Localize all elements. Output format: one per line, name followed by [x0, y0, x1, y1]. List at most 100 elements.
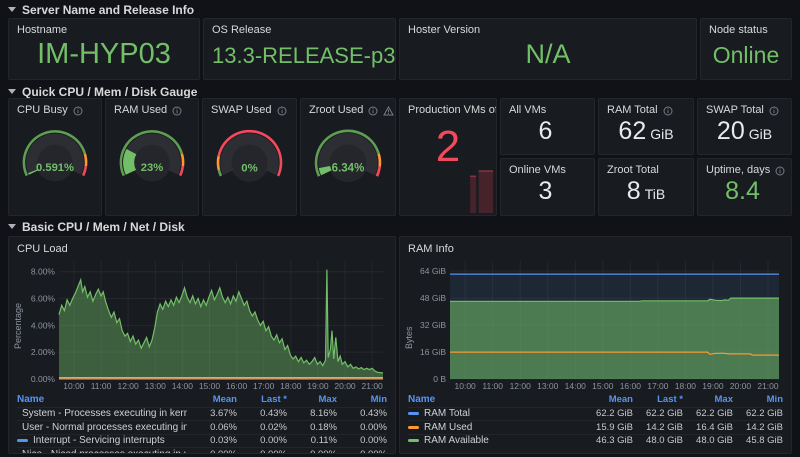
panel-title: Hoster Version	[408, 24, 480, 37]
legend-value: 0.00%	[337, 422, 387, 433]
svg-text:16 GiB: 16 GiB	[420, 347, 446, 357]
legend-col-min[interactable]: Min	[733, 394, 783, 405]
zroot-used-gauge: 6.34%	[309, 119, 387, 187]
legend-col-max[interactable]: Max	[287, 394, 337, 405]
cpu-load-chart[interactable]: 10:0011:0012:0013:0014:0015:0016:0017:00…	[27, 256, 387, 392]
svg-text:2.00%: 2.00%	[31, 347, 56, 357]
chevron-down-icon	[8, 224, 16, 229]
panel-title: SWAP Used	[211, 104, 272, 117]
svg-text:16:00: 16:00	[226, 381, 248, 391]
row-title: Basic CPU / Mem / Net / Disk	[22, 220, 185, 234]
series-name[interactable]: RAM Total	[424, 408, 470, 419]
panel-title: Production VMs offlin	[408, 104, 497, 117]
row-header-server-info[interactable]: Server Name and Release Info	[8, 2, 194, 17]
legend-col-mean[interactable]: Mean	[187, 394, 237, 405]
offline-vms-sparkline	[433, 161, 493, 213]
legend-col-min[interactable]: Min	[337, 394, 387, 405]
info-icon[interactable]	[73, 106, 83, 116]
legend-row[interactable]: RAM Used15.9 GiB14.2 GiB16.4 GiB14.2 GiB	[408, 420, 783, 434]
svg-text:15:00: 15:00	[592, 381, 614, 391]
panel-title: RAM Info	[408, 243, 454, 256]
svg-text:6.00%: 6.00%	[31, 294, 56, 304]
legend-value: 46.3 GiB	[583, 435, 633, 446]
stat-unit: GiB	[749, 126, 772, 142]
svg-text:10:00: 10:00	[63, 381, 85, 391]
legend-value: 45.8 GiB	[733, 435, 783, 446]
legend-row[interactable]: Interrupt - Servicing interrupts0.03%0.0…	[17, 434, 387, 448]
swap-used-gauge: 0%	[211, 119, 288, 187]
legend-row[interactable]: Nice - Niced processes executing in user…	[17, 447, 387, 454]
legend-value: 0.00%	[287, 449, 337, 454]
series-name[interactable]: RAM Used	[424, 422, 472, 433]
svg-text:18:00: 18:00	[280, 381, 302, 391]
series-color-dash	[408, 439, 419, 442]
svg-text:23%: 23%	[141, 162, 163, 174]
panel-title: Online VMs	[509, 164, 566, 177]
legend-value: 0.02%	[237, 422, 287, 433]
legend-col-name[interactable]: Name	[408, 394, 583, 405]
ram-info-legend: NameMeanLast *MaxMin RAM Total 62.2 GiB 62.…	[408, 393, 783, 447]
svg-text:14:00: 14:00	[565, 381, 587, 391]
info-icon[interactable]	[277, 106, 287, 116]
svg-text:4.00%: 4.00%	[31, 320, 56, 330]
panel-swap-total: SWAP Total 20GiB	[697, 98, 792, 155]
info-icon[interactable]	[368, 106, 378, 116]
legend-row[interactable]: RAM Total62.2 GiB62.2 GiB62.2 GiB62.2 Gi…	[408, 407, 783, 421]
legend-value: 14.2 GiB	[633, 422, 683, 433]
legend-value: 0.18%	[287, 422, 337, 433]
series-name[interactable]: Interrupt - Servicing interrupts	[33, 435, 165, 446]
legend-col-name[interactable]: Name	[17, 394, 187, 405]
svg-text:48 GiB: 48 GiB	[420, 293, 446, 303]
legend-row[interactable]: System - Processes executing in kernel m…	[17, 407, 387, 421]
chevron-down-icon	[8, 7, 16, 12]
series-color-dash	[17, 439, 28, 442]
legend-row[interactable]: RAM Available46.3 GiB48.0 GiB48.0 GiB45.…	[408, 434, 783, 448]
legend-col-mean[interactable]: Mean	[583, 394, 633, 405]
legend-value: 0.43%	[337, 408, 387, 419]
svg-text:0.591%: 0.591%	[36, 162, 74, 174]
info-icon[interactable]	[775, 166, 785, 176]
legend-col-last[interactable]: Last *	[237, 394, 287, 405]
panel-title: Zroot Total	[607, 164, 659, 177]
series-name[interactable]: User - Normal processes executing in use…	[22, 422, 187, 433]
row-header-quick-gauges[interactable]: Quick CPU / Mem / Disk Gauge	[8, 84, 197, 99]
svg-text:21:00: 21:00	[757, 381, 779, 391]
cpu-load-legend: NameMeanLast *MaxMinSystem - Processes e…	[17, 393, 387, 454]
series-color-dash	[408, 426, 419, 429]
panel-os-release: OS Release 13.3-RELEASE-p3	[203, 18, 396, 80]
row-header-basic-cpu[interactable]: Basic CPU / Mem / Net / Disk	[8, 219, 185, 234]
legend-header: NameMeanLast *MaxMin	[17, 393, 387, 407]
svg-text:0%: 0%	[241, 162, 257, 174]
svg-text:12:00: 12:00	[510, 381, 532, 391]
legend-row[interactable]: User - Normal processes executing in use…	[17, 420, 387, 434]
svg-text:12:00: 12:00	[117, 381, 139, 391]
legend-value: 62.2 GiB	[733, 408, 783, 419]
info-icon[interactable]	[663, 106, 673, 116]
row-title: Server Name and Release Info	[22, 3, 194, 17]
series-name[interactable]: System - Processes executing in kernel m…	[22, 408, 187, 419]
panel-cpu-busy: CPU Busy 0.591%	[8, 98, 102, 216]
info-icon[interactable]	[769, 106, 779, 116]
info-icon[interactable]	[172, 106, 182, 116]
panel-title: OS Release	[212, 24, 271, 37]
legend-value: 48.0 GiB	[633, 435, 683, 446]
svg-text:20:00: 20:00	[334, 381, 356, 391]
legend-col-max[interactable]: Max	[683, 394, 733, 405]
warning-icon[interactable]	[383, 106, 394, 116]
svg-text:21:00: 21:00	[362, 381, 384, 391]
chevron-down-icon	[8, 89, 16, 94]
os-release-value: 13.3-RELEASE-p3	[212, 43, 387, 69]
ram-info-chart[interactable]: 10:0011:0012:0013:0014:0015:0016:0017:00…	[418, 256, 783, 392]
series-name[interactable]: Nice - Niced processes executing in user…	[22, 449, 187, 454]
legend-value: 0.03%	[187, 435, 237, 446]
grafana-dashboard: Server Name and Release Info Quick CPU /…	[0, 0, 800, 457]
online-vms-value: 3	[539, 177, 553, 206]
series-name[interactable]: RAM Available	[424, 435, 489, 446]
legend-value: 62.2 GiB	[583, 408, 633, 419]
svg-text:11:00: 11:00	[482, 381, 503, 391]
all-vms-value: 6	[539, 117, 553, 146]
legend-col-last[interactable]: Last *	[633, 394, 683, 405]
panel-title: Uptime, days	[706, 164, 770, 177]
series-color-dash	[408, 412, 419, 415]
legend-value: 0.00%	[187, 449, 237, 454]
